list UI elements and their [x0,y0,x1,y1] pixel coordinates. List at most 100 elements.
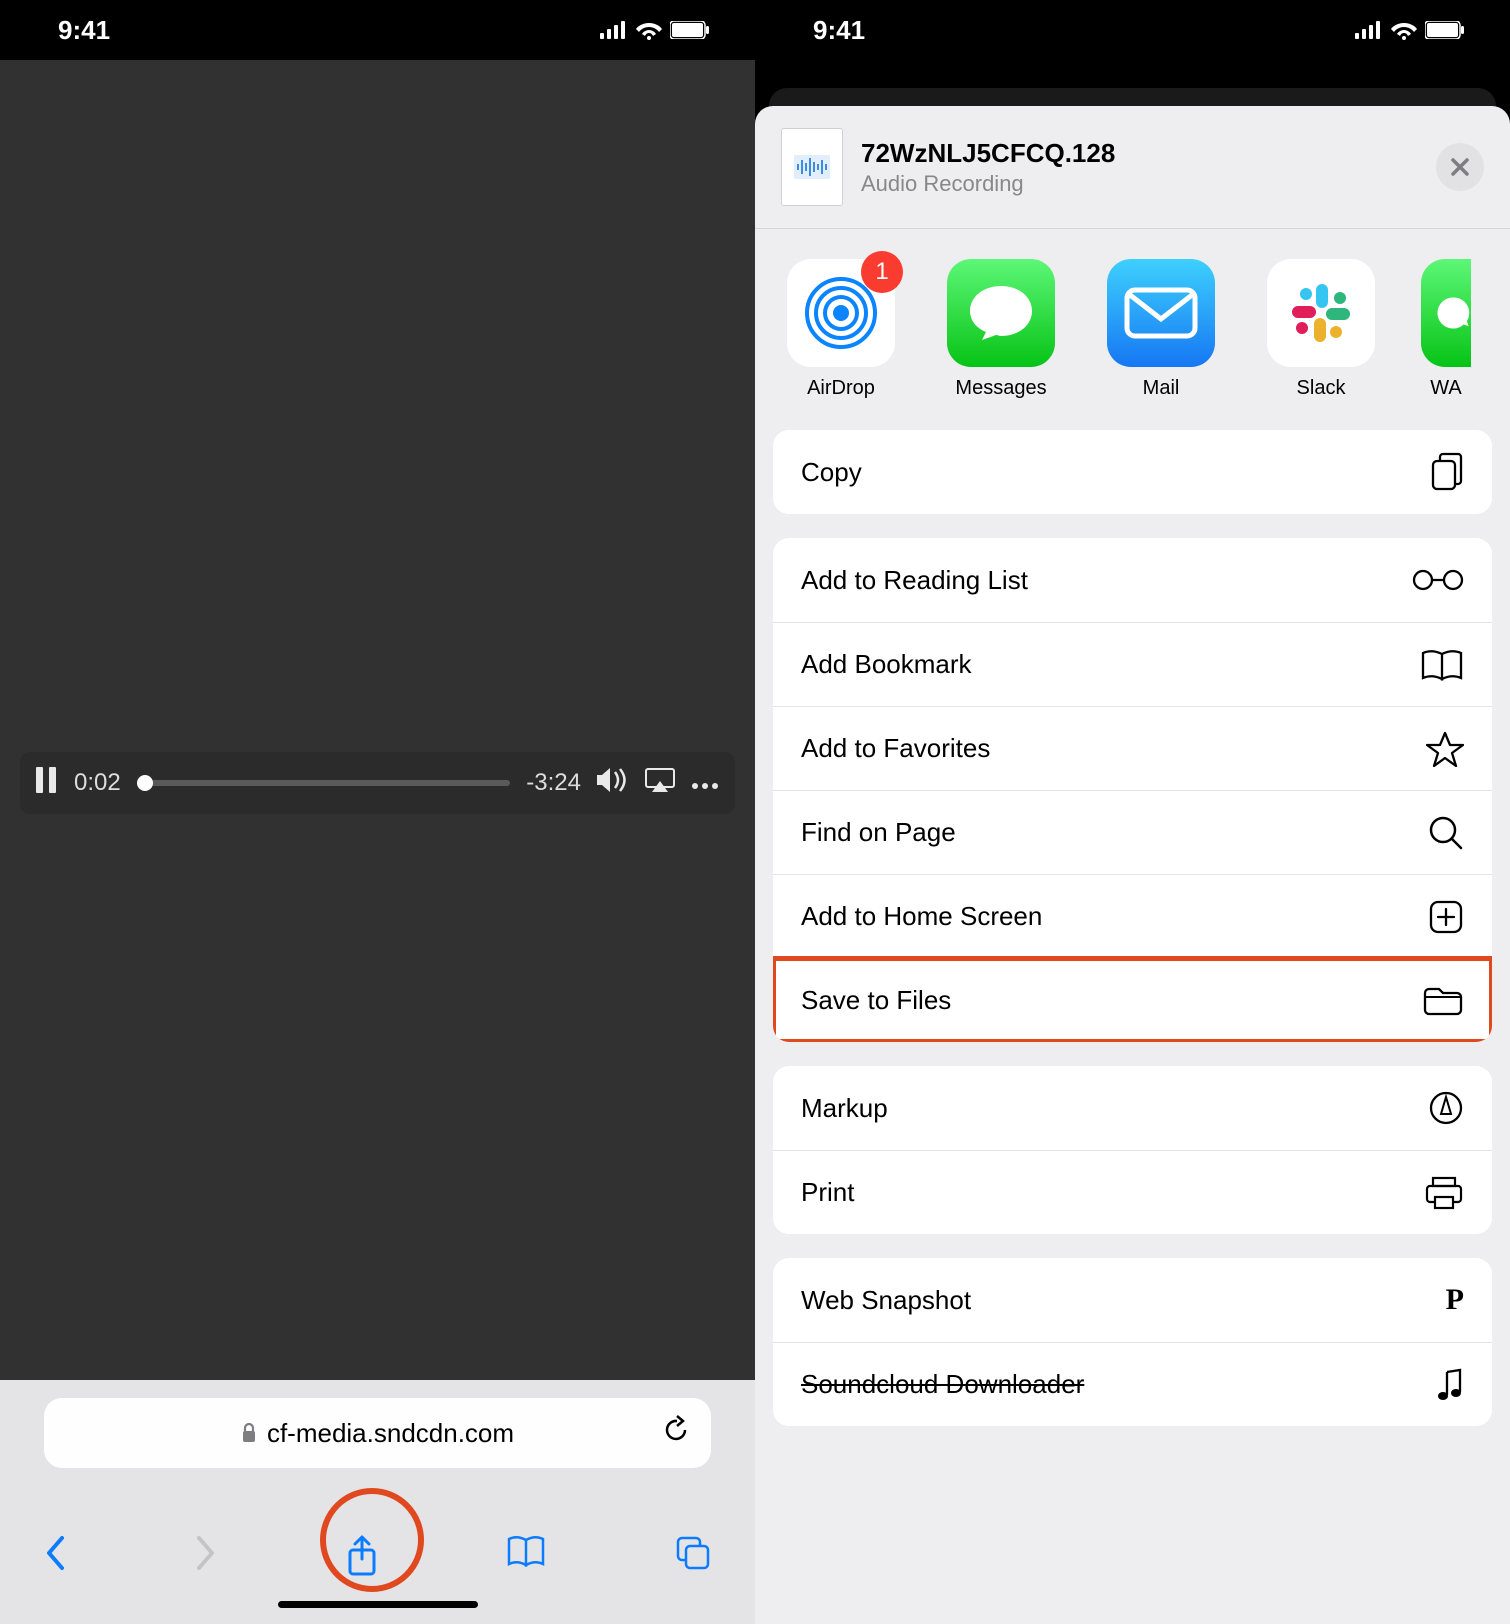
battery-icon [670,21,710,39]
book-icon [1420,648,1464,682]
close-icon [1450,157,1470,177]
file-subtitle: Audio Recording [861,171,1418,197]
lock-icon [241,1423,257,1443]
action-copy[interactable]: Copy [773,430,1492,514]
chevron-right-icon [195,1535,217,1571]
phone-right: 9:41 72WzNLJ5CFCQ.128 Audio Recording [755,0,1510,1624]
action-markup[interactable]: Markup [773,1066,1492,1150]
more-button[interactable] [691,769,719,797]
wifi-icon [1391,20,1417,40]
status-right [600,20,710,40]
url-host: cf-media.sndcdn.com [267,1418,514,1449]
action-label: Soundcloud Downloader [801,1369,1084,1400]
battery-icon [1425,21,1465,39]
airplay-button[interactable] [645,768,675,799]
action-label: Markup [801,1093,888,1124]
tabs-button[interactable] [675,1535,711,1576]
bookmarks-button[interactable] [506,1535,546,1572]
ellipsis-icon [691,782,719,790]
volume-icon [597,767,629,793]
time-remaining: -3:24 [526,769,581,797]
markup-icon [1428,1090,1464,1126]
action-group-main: Add to Reading List Add Bookmark Add to … [773,538,1492,1042]
mail-icon [1124,287,1198,339]
airdrop-badge: 1 [861,251,903,293]
reload-icon [663,1415,689,1445]
glasses-icon [1412,569,1464,591]
app-mail[interactable]: Mail [1101,259,1221,400]
safari-media-view: 0:02 -3:24 [0,60,755,1380]
app-label: Slack [1297,377,1346,400]
file-thumbnail [781,128,843,206]
airplay-icon [645,768,675,792]
action-label: Print [801,1177,854,1208]
app-whatsapp[interactable]: WA [1421,259,1471,400]
share-sheet-header: 72WzNLJ5CFCQ.128 Audio Recording [755,106,1510,229]
action-label: Copy [801,457,862,488]
status-time: 9:41 [58,15,110,46]
action-soundcloud-downloader[interactable]: Soundcloud Downloader [773,1342,1492,1426]
share-apps-row[interactable]: 1 AirDrop Messages Mail [755,229,1510,430]
media-player: 0:02 -3:24 [20,752,735,814]
app-label: Messages [955,377,1046,400]
action-favorites[interactable]: Add to Favorites [773,706,1492,790]
action-web-snapshot[interactable]: Web Snapshot P [773,1258,1492,1342]
time-elapsed: 0:02 [74,769,121,797]
action-label: Add Bookmark [801,649,972,680]
action-label: Add to Favorites [801,733,990,764]
close-button[interactable] [1436,143,1484,191]
messages-icon [966,282,1036,344]
action-group-copy: Copy [773,430,1492,514]
app-label: AirDrop [807,377,875,400]
wifi-icon [636,20,662,40]
pause-icon [36,767,58,793]
action-label: Web Snapshot [801,1285,971,1316]
scrubber-thumb[interactable] [137,775,153,791]
whatsapp-icon [1435,291,1471,335]
copy-icon [1430,452,1464,492]
status-bar: 9:41 [0,0,755,60]
action-print[interactable]: Print [773,1150,1492,1234]
plus-square-icon [1428,899,1464,935]
action-label: Add to Reading List [801,565,1028,596]
app-label: Mail [1143,377,1180,400]
tabs-icon [675,1535,711,1571]
action-find[interactable]: Find on Page [773,790,1492,874]
action-group-tools: Markup Print [773,1066,1492,1234]
app-slack[interactable]: Slack [1261,259,1381,400]
share-sheet: 72WzNLJ5CFCQ.128 Audio Recording 1 AirDr… [755,106,1510,1624]
reload-button[interactable] [663,1415,689,1452]
action-reading-list[interactable]: Add to Reading List [773,538,1492,622]
app-airdrop[interactable]: 1 AirDrop [781,259,901,400]
action-home-screen[interactable]: Add to Home Screen [773,874,1492,958]
p-glyph-icon: P [1446,1283,1464,1317]
action-save-to-files[interactable]: Save to Files [773,958,1492,1042]
action-bookmark[interactable]: Add Bookmark [773,622,1492,706]
status-time: 9:41 [813,15,865,46]
status-bar: 9:41 [755,0,1510,60]
action-label: Add to Home Screen [801,901,1042,932]
forward-button[interactable] [195,1535,217,1576]
chevron-left-icon [44,1535,66,1571]
pause-button[interactable] [36,767,58,800]
address-bar[interactable]: cf-media.sndcdn.com [44,1398,711,1468]
folder-icon [1422,985,1464,1017]
cellular-icon [1355,21,1383,39]
action-label: Find on Page [801,817,956,848]
search-icon [1428,815,1464,851]
book-icon [506,1535,546,1567]
audio-file-icon [794,155,830,179]
file-info: 72WzNLJ5CFCQ.128 Audio Recording [861,138,1418,197]
home-indicator [278,1601,478,1608]
slack-icon [1288,280,1354,346]
printer-icon [1424,1175,1464,1211]
annotation-circle [320,1488,424,1592]
status-right [1355,20,1465,40]
file-name: 72WzNLJ5CFCQ.128 [861,138,1418,169]
volume-button[interactable] [597,767,629,800]
back-button[interactable] [44,1535,66,1576]
app-label: WA [1430,377,1461,400]
star-icon [1426,731,1464,767]
app-messages[interactable]: Messages [941,259,1061,400]
scrubber[interactable] [137,780,511,786]
